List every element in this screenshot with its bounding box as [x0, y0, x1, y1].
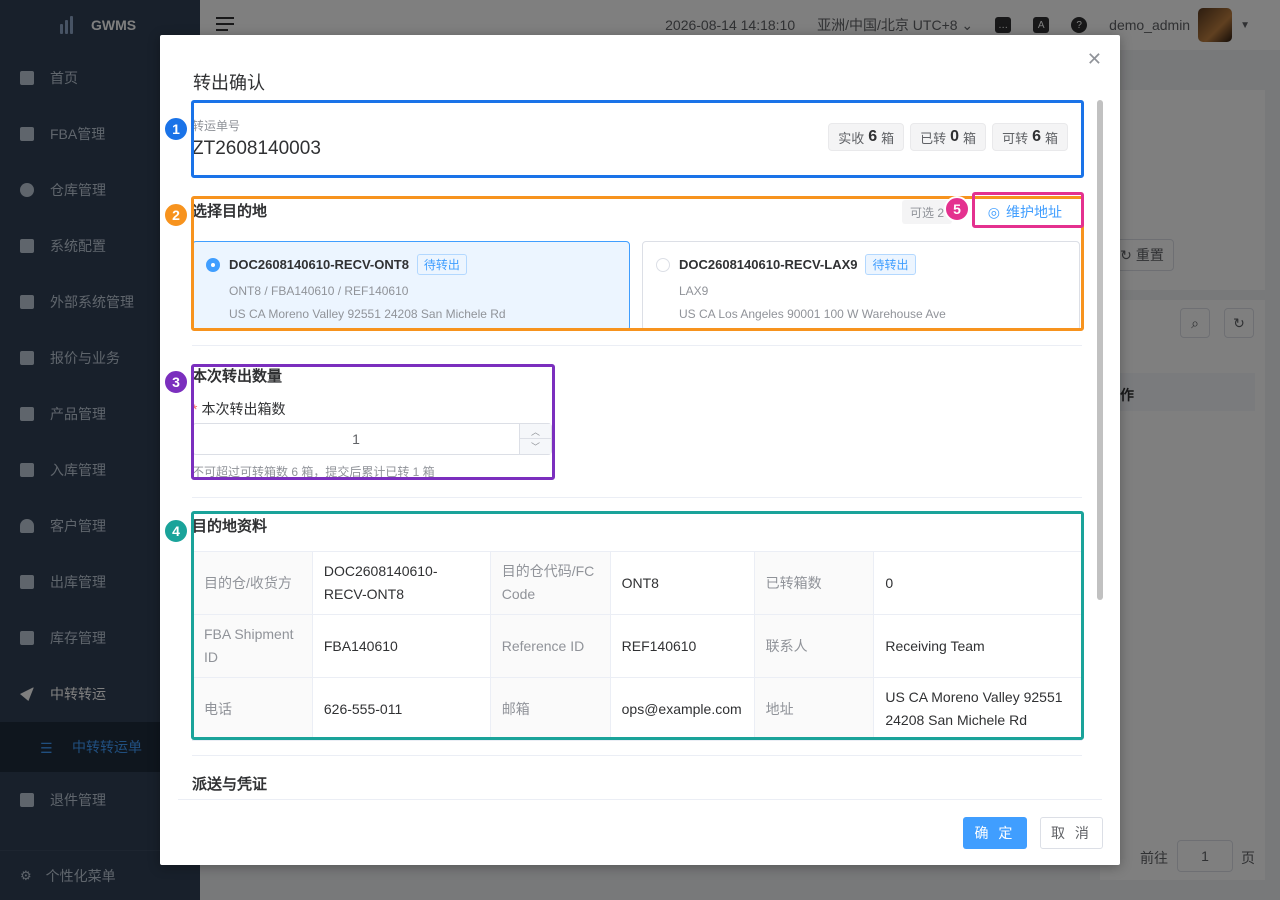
- close-icon[interactable]: ✕: [1087, 49, 1102, 70]
- footer-divider: [178, 799, 1102, 800]
- cancel-button[interactable]: 取 消: [1040, 817, 1103, 849]
- dialog-scrollbar[interactable]: [1097, 100, 1103, 600]
- annotation-badge-3: 3: [163, 369, 189, 395]
- annotation-box-4: [191, 511, 1084, 740]
- annotation-box-1: [191, 100, 1084, 178]
- confirm-button[interactable]: 确 定: [963, 817, 1027, 849]
- annotation-badge-4: 4: [163, 518, 189, 544]
- annotation-badge-5: 5: [944, 196, 970, 222]
- section-divider: [192, 497, 1082, 498]
- annotation-badge-2: 2: [163, 202, 189, 228]
- annotation-badge-1: 1: [163, 116, 189, 142]
- section-divider: [192, 345, 1082, 346]
- delivery-section: 派送与凭证: [192, 773, 1082, 795]
- delivery-title: 派送与凭证: [192, 776, 268, 793]
- transfer-confirm-dialog: 转出确认 ✕ 转运单号 ZT2608140003 实收 6 箱 已转 0 箱 可转 6 箱 …: [160, 35, 1120, 865]
- section-divider: [192, 755, 1082, 756]
- annotation-box-5: [972, 192, 1084, 228]
- dialog-title: 转出确认: [193, 73, 265, 93]
- annotation-box-3: [191, 364, 555, 480]
